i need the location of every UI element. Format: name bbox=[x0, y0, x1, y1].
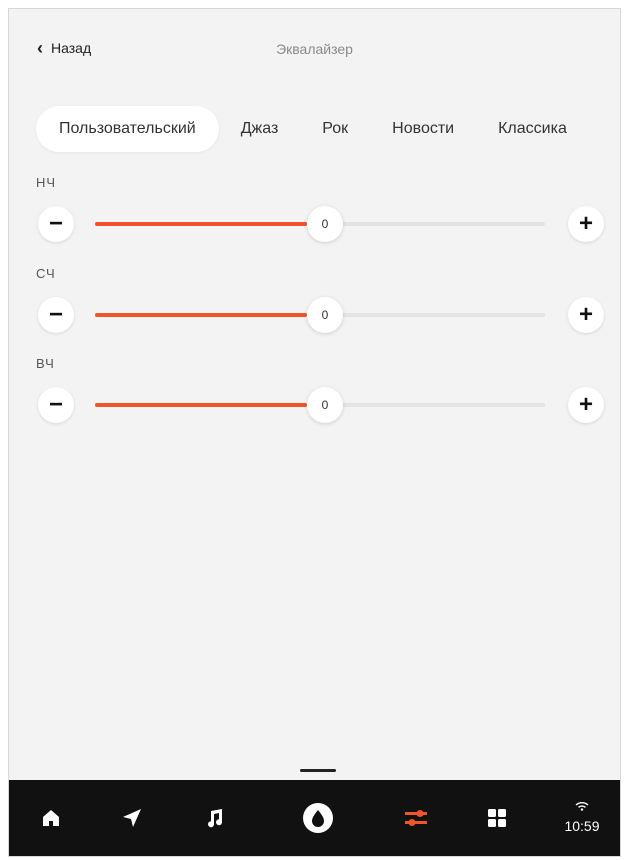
tab-classic[interactable]: Классика bbox=[476, 106, 589, 152]
wifi-icon bbox=[575, 802, 589, 811]
tab-jazz[interactable]: Джаз bbox=[219, 106, 301, 152]
band-label-high: ВЧ bbox=[36, 356, 55, 371]
slider-fill-low bbox=[95, 222, 307, 226]
tab-custom[interactable]: Пользовательский bbox=[36, 106, 219, 152]
drag-handle[interactable] bbox=[300, 769, 336, 772]
navigation-icon[interactable] bbox=[107, 780, 157, 856]
tab-news[interactable]: Новости bbox=[370, 106, 476, 152]
increase-mid-button[interactable]: + bbox=[568, 297, 604, 333]
increase-low-button[interactable]: + bbox=[568, 206, 604, 242]
tab-rock[interactable]: Рок bbox=[300, 106, 370, 152]
slider-knob-mid[interactable]: 0 bbox=[307, 297, 343, 333]
assistant-icon[interactable] bbox=[293, 780, 343, 856]
slider-mid[interactable]: 0 bbox=[95, 297, 545, 333]
home-icon[interactable] bbox=[26, 780, 76, 856]
slider-high[interactable]: 0 bbox=[95, 387, 545, 423]
equalizer-screen: ‹ Назад Эквалайзер Пользовательский Джаз… bbox=[8, 8, 621, 857]
band-high: ВЧ − 0 + bbox=[9, 356, 620, 436]
preset-tabs: Пользовательский Джаз Рок Новости Класси… bbox=[36, 106, 620, 152]
apps-icon[interactable] bbox=[472, 780, 522, 856]
plus-icon: + bbox=[578, 210, 593, 237]
increase-high-button[interactable]: + bbox=[568, 387, 604, 423]
decrease-high-button[interactable]: − bbox=[38, 387, 74, 423]
slider-fill-high bbox=[95, 403, 307, 407]
minus-icon: − bbox=[48, 210, 63, 237]
plus-icon: + bbox=[578, 301, 593, 328]
minus-icon: − bbox=[48, 301, 63, 328]
plus-icon: + bbox=[578, 391, 593, 418]
minus-icon: − bbox=[48, 391, 63, 418]
equalizer-icon[interactable] bbox=[391, 780, 441, 856]
slider-low[interactable]: 0 bbox=[95, 206, 545, 242]
header: ‹ Назад Эквалайзер bbox=[9, 9, 620, 89]
status-clock: 10:59 bbox=[557, 798, 607, 834]
page-title: Эквалайзер bbox=[276, 41, 353, 57]
band-low: НЧ − 0 + bbox=[9, 175, 620, 255]
band-label-low: НЧ bbox=[36, 175, 57, 190]
decrease-low-button[interactable]: − bbox=[38, 206, 74, 242]
bottom-navbar: 10:59 bbox=[9, 780, 620, 856]
decrease-mid-button[interactable]: − bbox=[38, 297, 74, 333]
slider-fill-mid bbox=[95, 313, 307, 317]
clock-time: 10:59 bbox=[564, 818, 600, 834]
slider-knob-low[interactable]: 0 bbox=[307, 206, 343, 242]
slider-knob-high[interactable]: 0 bbox=[307, 387, 343, 423]
music-icon[interactable] bbox=[189, 780, 239, 856]
band-mid: СЧ − 0 + bbox=[9, 266, 620, 346]
band-label-mid: СЧ bbox=[36, 266, 56, 281]
